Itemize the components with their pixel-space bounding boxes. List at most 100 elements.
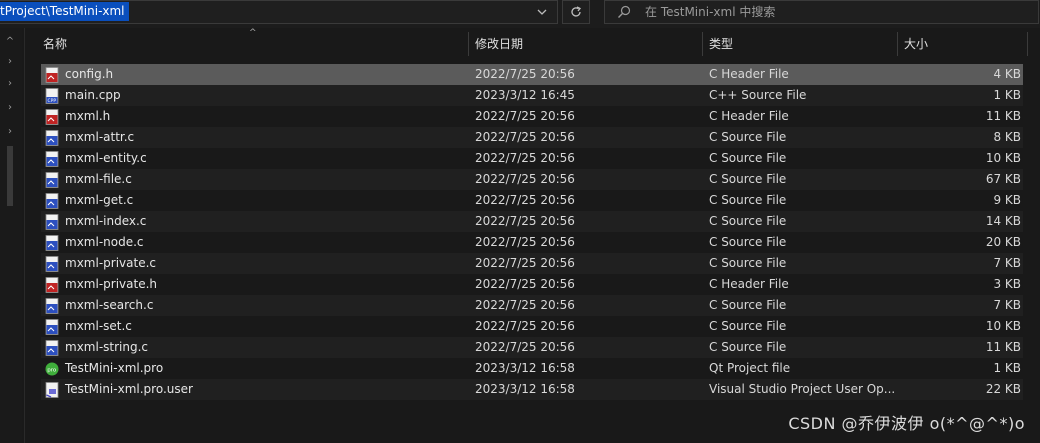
file-name: mxml-set.c xyxy=(65,319,132,333)
file-size: 14 KB xyxy=(985,214,1021,228)
file-date: 2023/3/12 16:58 xyxy=(475,361,575,375)
file-name: mxml-get.c xyxy=(65,193,134,207)
file-row[interactable]: pro TestMini-xml.pro 2023/3/12 16:58 Qt Pro… xyxy=(41,358,1023,379)
file-date: 2022/7/25 20:56 xyxy=(475,172,575,186)
refresh-icon xyxy=(571,6,582,17)
file-name: mxml-private.c xyxy=(65,256,156,270)
chevron-right-icon[interactable]: › xyxy=(4,102,16,114)
file-row[interactable]: mxml-index.c 2022/7/25 20:56 C Source File… xyxy=(41,211,1023,232)
c-source-file-icon xyxy=(45,319,59,335)
file-type: C Header File xyxy=(709,109,789,123)
file-row[interactable]: config.h 2022/7/25 20:56 C Header File 4 KB xyxy=(41,64,1023,85)
file-list: ^ 名称 修改日期 类型 大小 config.h 2022/7/25 20:56 C… xyxy=(24,28,1040,443)
file-size: 1 KB xyxy=(993,361,1021,375)
top-bar: tProject\TestMini-xml 在 TestMini-xml 中搜索 xyxy=(0,0,1040,28)
file-row[interactable]: mxml-set.c 2022/7/25 20:56 C Source File 10… xyxy=(41,316,1023,337)
c-header-file-icon xyxy=(45,67,59,83)
file-type: Visual Studio Project User Op... xyxy=(709,382,896,396)
file-size: 1 KB xyxy=(993,88,1021,102)
file-type: C Source File xyxy=(709,172,787,186)
file-row[interactable]: mxml-search.c 2022/7/25 20:56 C Source Fil… xyxy=(41,295,1023,316)
svg-text:CPP: CPP xyxy=(48,98,57,104)
file-name: TestMini-xml.pro xyxy=(65,361,164,375)
chevron-right-icon[interactable]: › xyxy=(4,126,16,138)
chevron-right-icon[interactable]: › xyxy=(4,56,16,68)
column-divider[interactable] xyxy=(702,32,703,56)
file-type: C Source File xyxy=(709,298,787,312)
file-date: 2022/7/25 20:56 xyxy=(475,340,575,354)
file-type: C Source File xyxy=(709,319,787,333)
scrollbar-thumb[interactable] xyxy=(7,146,13,206)
c-source-file-icon xyxy=(45,151,59,167)
file-name: main.cpp xyxy=(65,88,121,102)
column-divider[interactable] xyxy=(1027,32,1028,56)
file-date: 2022/7/25 20:56 xyxy=(475,193,575,207)
chevron-down-icon[interactable] xyxy=(528,1,556,23)
file-row[interactable]: CPP main.cpp 2023/3/12 16:45 C++ Source Fil… xyxy=(41,85,1023,106)
address-path[interactable]: tProject\TestMini-xml xyxy=(0,2,129,21)
file-row[interactable]: mxml-entity.c 2022/7/25 20:56 C Source Fil… xyxy=(41,148,1023,169)
file-type: C Source File xyxy=(709,214,787,228)
file-name: TestMini-xml.pro.user xyxy=(65,382,193,396)
search-box[interactable]: 在 TestMini-xml 中搜索 xyxy=(604,0,1039,24)
refresh-button[interactable] xyxy=(562,0,590,24)
file-row[interactable]: TestMini-xml.pro.user 2023/3/12 16:58 Visu… xyxy=(41,379,1023,400)
file-date: 2022/7/25 20:56 xyxy=(475,235,575,249)
file-name: mxml-entity.c xyxy=(65,151,147,165)
qt-project-file-icon: pro xyxy=(45,362,59,376)
file-size: 8 KB xyxy=(993,130,1021,144)
column-header-type[interactable]: 类型 xyxy=(709,28,889,60)
c-source-file-icon xyxy=(45,193,59,209)
c-source-file-icon xyxy=(45,298,59,314)
column-divider[interactable] xyxy=(897,32,898,56)
search-icon xyxy=(618,5,631,18)
file-size: 67 KB xyxy=(985,172,1021,186)
file-row[interactable]: mxml-get.c 2022/7/25 20:56 C Source File 9 … xyxy=(41,190,1023,211)
c-source-file-icon xyxy=(45,256,59,272)
c-source-file-icon xyxy=(45,172,59,188)
file-name: mxml-node.c xyxy=(65,235,144,249)
file-row[interactable]: mxml-node.c 2022/7/25 20:56 C Source File 2… xyxy=(41,232,1023,253)
scroll-up-icon[interactable]: ^ xyxy=(4,36,16,48)
file-size: 10 KB xyxy=(985,151,1021,165)
navigation-pane-scrollbar[interactable]: ^ › › › › xyxy=(0,28,22,443)
file-type: C Source File xyxy=(709,256,787,270)
file-type: C Header File xyxy=(709,277,789,291)
file-name: mxml-search.c xyxy=(65,298,154,312)
c-source-file-icon xyxy=(45,130,59,146)
address-bar[interactable]: tProject\TestMini-xml xyxy=(0,0,558,24)
file-size: 3 KB xyxy=(993,277,1021,291)
svg-text:pro: pro xyxy=(47,368,57,374)
file-type: C Source File xyxy=(709,130,787,144)
file-row[interactable]: mxml-attr.c 2022/7/25 20:56 C Source File 8… xyxy=(41,127,1023,148)
chevron-right-icon[interactable]: › xyxy=(4,78,16,90)
file-date: 2022/7/25 20:56 xyxy=(475,256,575,270)
file-row[interactable]: mxml-file.c 2022/7/25 20:56 C Source File 6… xyxy=(41,169,1023,190)
column-header-name[interactable]: 名称 xyxy=(43,28,463,60)
file-date: 2022/7/25 20:56 xyxy=(475,319,575,333)
file-date: 2022/7/25 20:56 xyxy=(475,67,575,81)
file-date: 2022/7/25 20:56 xyxy=(475,109,575,123)
file-size: 11 KB xyxy=(985,340,1021,354)
file-date: 2023/3/12 16:45 xyxy=(475,88,575,102)
file-name: mxml-file.c xyxy=(65,172,132,186)
file-name: mxml-string.c xyxy=(65,340,149,354)
file-row[interactable]: mxml-string.c 2022/7/25 20:56 C Source Fil… xyxy=(41,337,1023,358)
file-size: 9 KB xyxy=(993,193,1021,207)
file-row[interactable]: mxml.h 2022/7/25 20:56 C Header File 11 KB xyxy=(41,106,1023,127)
file-date: 2022/7/25 20:56 xyxy=(475,130,575,144)
search-input[interactable]: 在 TestMini-xml 中搜索 xyxy=(645,1,775,23)
file-date: 2022/7/25 20:56 xyxy=(475,214,575,228)
file-type: Qt Project file xyxy=(709,361,791,375)
file-name: mxml-attr.c xyxy=(65,130,135,144)
column-header-size[interactable]: 大小 xyxy=(904,28,1024,60)
column-header-date[interactable]: 修改日期 xyxy=(475,28,695,60)
c-header-file-icon xyxy=(45,109,59,125)
file-size: 10 KB xyxy=(985,319,1021,333)
file-name: config.h xyxy=(65,67,114,81)
file-row[interactable]: mxml-private.h 2022/7/25 20:56 C Header Fi… xyxy=(41,274,1023,295)
column-divider[interactable] xyxy=(468,32,469,56)
file-row[interactable]: mxml-private.c 2022/7/25 20:56 C Source Fi… xyxy=(41,253,1023,274)
vs-project-user-file-icon xyxy=(45,382,59,398)
c-source-file-icon xyxy=(45,214,59,230)
